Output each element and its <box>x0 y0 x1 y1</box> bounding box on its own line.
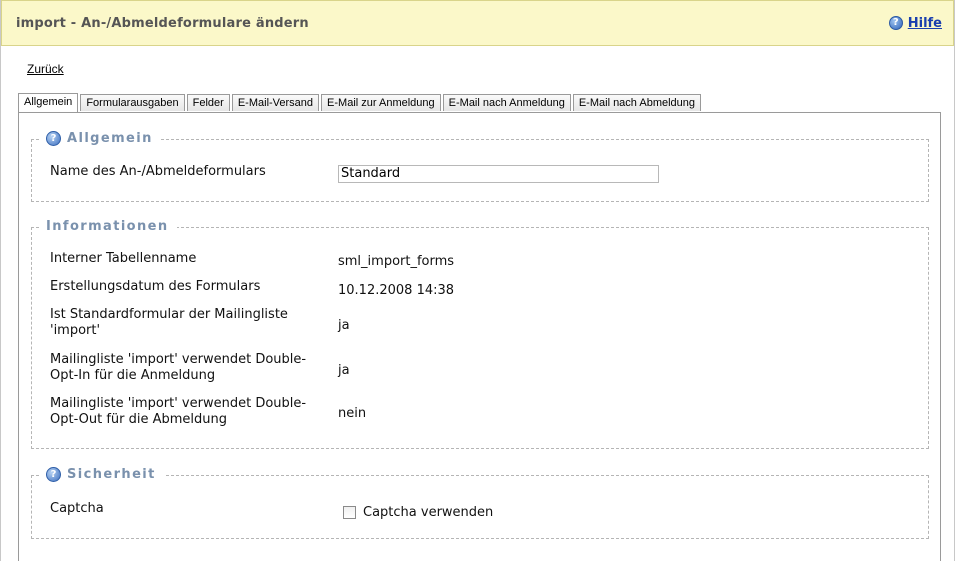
tab-email-nach-abmeldung[interactable]: E-Mail nach Abmeldung <box>572 94 702 111</box>
info-label-double-opt-out: Mailingliste 'import' verwendet Double-O… <box>50 396 307 427</box>
info-value-standard-form: ja <box>338 318 350 333</box>
form-name-input[interactable]: Standard <box>338 165 659 183</box>
page: import - An-/Abmeldeformulare ändern ? H… <box>0 0 955 561</box>
page-title: import - An-/Abmeldeformulare ändern <box>16 16 309 31</box>
tab-felder[interactable]: Felder <box>186 94 230 111</box>
section-legend-label: Allgemein <box>67 131 153 146</box>
tab-email-zur-anmeldung[interactable]: E-Mail zur Anmeldung <box>321 94 441 111</box>
page-header: import - An-/Abmeldeformulare ändern ? H… <box>1 0 954 46</box>
section-legend: ? Allgemein <box>40 131 161 146</box>
help-area[interactable]: ? Hilfe <box>888 15 942 31</box>
section-allgemein: ? Allgemein Name des An-/Abmeldeformular… <box>31 131 929 202</box>
tab-panel: ? Allgemein Name des An-/Abmeldeformular… <box>18 112 941 561</box>
info-value-table-name: sml_import_forms <box>338 254 455 269</box>
info-value-created: 10.12.2008 14:38 <box>338 283 455 298</box>
info-label-table-name: Interner Tabellenname <box>50 251 197 266</box>
info-label-standard-form: Ist Standardformular der Mailingliste 'i… <box>50 307 288 338</box>
section-legend-label: Informationen <box>46 219 169 234</box>
form-name-label: Name des An-/Abmeldeformulars <box>50 164 266 179</box>
info-label-double-opt-in: Mailingliste 'import' verwendet Double-O… <box>50 352 307 383</box>
captcha-checkbox[interactable] <box>343 506 356 519</box>
section-legend: Informationen <box>40 219 177 234</box>
tab-allgemein[interactable]: Allgemein <box>18 93 79 112</box>
tab-bar: Allgemein Formularausgaben Felder E-Mail… <box>18 93 703 112</box>
section-informationen: Informationen Interner Tabellenname sml_… <box>31 219 929 449</box>
info-label-created: Erstellungsdatum des Formulars <box>50 279 261 294</box>
section-sicherheit: ? Sicherheit Captcha Captcha verwenden <box>31 467 929 539</box>
help-link[interactable]: Hilfe <box>908 16 942 31</box>
section-legend-label: Sicherheit <box>67 467 156 482</box>
tab-email-nach-anmeldung[interactable]: E-Mail nach Anmeldung <box>442 94 571 111</box>
captcha-label: Captcha <box>50 501 104 516</box>
question-icon[interactable]: ? <box>46 131 61 146</box>
info-value-double-opt-out: nein <box>338 406 367 421</box>
tab-email-versand[interactable]: E-Mail-Versand <box>231 94 320 111</box>
tab-formularausgaben[interactable]: Formularausgaben <box>80 94 185 111</box>
info-value-double-opt-in: ja <box>338 363 350 378</box>
back-link[interactable]: Zurück <box>27 62 64 76</box>
section-legend: ? Sicherheit <box>40 467 164 482</box>
captcha-checkbox-label[interactable]: Captcha verwenden <box>363 505 493 520</box>
question-icon[interactable]: ? <box>46 467 61 482</box>
question-icon[interactable]: ? <box>888 15 903 30</box>
